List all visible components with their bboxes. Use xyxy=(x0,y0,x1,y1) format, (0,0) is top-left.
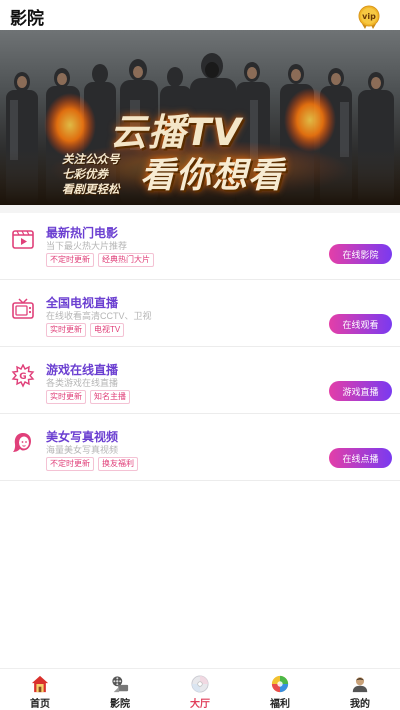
game-live-button[interactable]: 游戏直播 xyxy=(329,381,392,401)
tag: 实时更新 xyxy=(46,390,86,404)
tab-hall[interactable]: 大厅 xyxy=(160,669,240,710)
vip-badge-icon[interactable]: vip xyxy=(357,5,381,29)
banner-side-line: 关注公众号 xyxy=(62,152,120,166)
girl-icon xyxy=(13,433,31,452)
tv-icon xyxy=(12,298,34,319)
tag: 实时更新 xyxy=(46,323,86,337)
item-subtitle: 各类游戏在线直播 xyxy=(46,378,119,388)
tab-label: 大厅 xyxy=(190,699,210,710)
item-subtitle: 在线收看高清CCTV、卫视 xyxy=(46,311,152,321)
tag: 知名主播 xyxy=(90,390,130,404)
film-reel-icon xyxy=(112,676,129,693)
game-g-icon: G xyxy=(11,364,35,388)
tab-mine[interactable]: 我的 xyxy=(320,669,400,710)
list-item-movies[interactable]: 最新热门电影 当下最火热大片推荐 不定时更新 经典热门大片 在线影院 xyxy=(0,205,400,280)
list-item-tv[interactable]: 全国电视直播 在线收看高清CCTV、卫视 实时更新 电视TV 在线观看 xyxy=(0,280,400,347)
banner-side-line: 看剧更轻松 xyxy=(62,182,120,196)
app-header: 影院 vip xyxy=(0,0,400,30)
tab-label: 我的 xyxy=(350,699,370,710)
banner-side-line: 七彩优券 xyxy=(62,167,108,181)
item-tags: 实时更新 知名主播 xyxy=(46,390,130,404)
tab-label: 首页 xyxy=(30,699,50,710)
tag: 电视TV xyxy=(90,323,125,337)
watch-online-button[interactable]: 在线观看 xyxy=(329,314,392,334)
tag: 经典热门大片 xyxy=(98,253,154,267)
item-tags: 不定时更新 经典热门大片 xyxy=(46,253,154,267)
tag: 换友福利 xyxy=(98,457,138,471)
item-tags: 实时更新 电视TV xyxy=(46,323,125,337)
tag: 不定时更新 xyxy=(46,253,94,267)
bottom-tab-bar: 首页 影院 大厅 福利 我的 xyxy=(0,668,400,710)
tab-label: 福利 xyxy=(270,699,290,710)
disc-icon xyxy=(191,675,209,693)
feature-list: 最新热门电影 当下最火热大片推荐 不定时更新 经典热门大片 在线影院 全国电视直… xyxy=(0,205,400,481)
list-item-games[interactable]: G 游戏在线直播 各类游戏在线直播 实时更新 知名主播 游戏直播 xyxy=(0,347,400,414)
page-title: 影院 xyxy=(10,9,44,29)
film-strip-icon xyxy=(12,230,34,249)
item-subtitle: 当下最火热大片推荐 xyxy=(46,241,128,251)
home-icon xyxy=(31,675,49,693)
svg-text:G: G xyxy=(19,372,26,382)
item-subtitle: 海量美女写真视频 xyxy=(46,445,119,455)
item-tags: 不定时更新 换友福利 xyxy=(46,457,138,471)
promo-banner[interactable]: 云播TV 关注公众号 七彩优券 看剧更轻松 看你想看 xyxy=(0,30,400,205)
banner-sub-text: 看你想看 xyxy=(140,156,285,196)
list-item-girls[interactable]: 美女写真视频 海量美女写真视频 不定时更新 换友福利 在线点播 xyxy=(0,414,400,481)
gift-ball-icon xyxy=(271,675,289,693)
on-demand-button[interactable]: 在线点播 xyxy=(329,448,392,468)
vip-label: vip xyxy=(362,12,376,21)
tag: 不定时更新 xyxy=(46,457,94,471)
tab-cinema[interactable]: 影院 xyxy=(80,669,160,710)
tab-label: 影院 xyxy=(110,699,130,710)
user-icon xyxy=(352,677,368,693)
tab-welfare[interactable]: 福利 xyxy=(240,669,320,710)
online-cinema-button[interactable]: 在线影院 xyxy=(329,244,392,264)
tab-home[interactable]: 首页 xyxy=(0,669,80,710)
banner-side-text: 关注公众号 七彩优券 看剧更轻松 xyxy=(62,152,140,197)
